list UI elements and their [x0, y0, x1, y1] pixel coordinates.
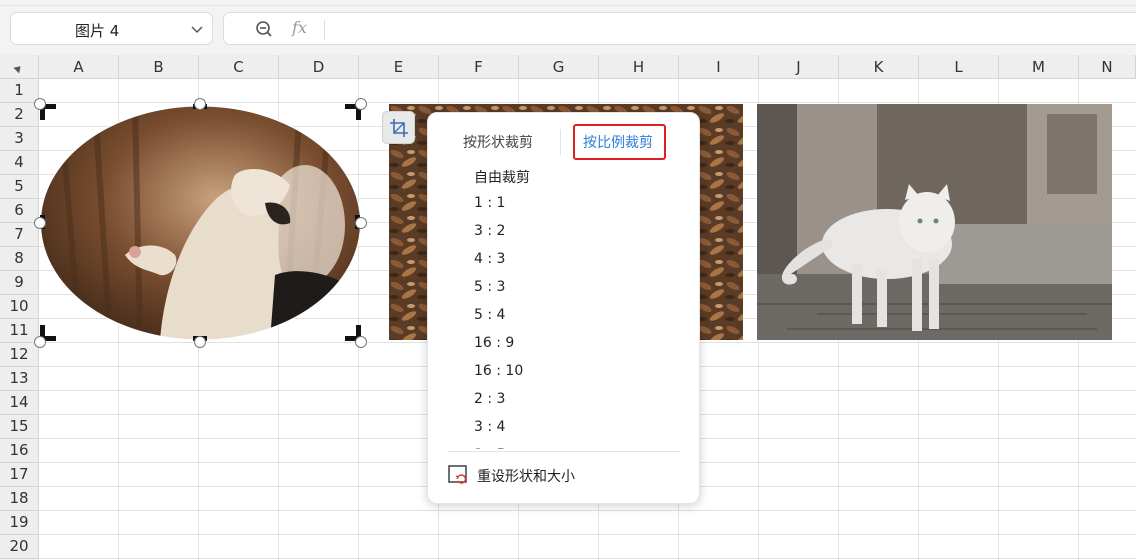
resize-handle-top[interactable] [194, 98, 206, 110]
column-header-c[interactable]: C [199, 55, 279, 79]
row-header-2[interactable]: 2 [0, 103, 39, 127]
column-header-n[interactable]: N [1079, 55, 1136, 79]
formula-separator [324, 20, 325, 40]
column-header-j[interactable]: J [759, 55, 839, 79]
row-header-5[interactable]: 5 [0, 175, 39, 199]
resize-handle-top-left[interactable] [34, 98, 46, 110]
row-header-7[interactable]: 7 [0, 223, 39, 247]
column-header-k[interactable]: K [839, 55, 919, 79]
resize-handle-bottom-left[interactable] [34, 336, 46, 348]
reset-shape-icon[interactable] [448, 465, 468, 485]
row-header-12[interactable]: 12 [0, 343, 39, 367]
footer-divider [448, 451, 680, 452]
column-header-e[interactable]: E [359, 55, 439, 79]
name-box[interactable]: 图片 4 [10, 12, 213, 45]
column-header-h[interactable]: H [599, 55, 679, 79]
picture-white-cat[interactable] [757, 104, 1112, 340]
row-header-16[interactable]: 16 [0, 439, 39, 463]
ratio-option[interactable]: 2 : 3 [474, 391, 505, 407]
zoom-icon[interactable] [254, 19, 274, 39]
row-header-1[interactable]: 1 [0, 79, 39, 103]
row-header-14[interactable]: 14 [0, 391, 39, 415]
column-header-f[interactable]: F [439, 55, 519, 79]
resize-handle-left[interactable] [34, 217, 46, 229]
picture-cat-oval-image [40, 105, 361, 341]
column-header-l[interactable]: L [919, 55, 999, 79]
resize-handle-right[interactable] [355, 217, 367, 229]
select-all-corner[interactable] [0, 55, 39, 79]
row-header-9[interactable]: 9 [0, 271, 39, 295]
ratio-option[interactable]: 3 : 5 [474, 447, 505, 449]
ratio-option-list: 自由裁剪 1 : 1 3 : 2 4 : 3 5 : 3 5 : 4 16 : 9 16 : … [428, 113, 701, 449]
fx-label[interactable]: fx [292, 18, 307, 37]
column-header-g[interactable]: G [519, 55, 599, 79]
ratio-option[interactable]: 1 : 1 [474, 195, 505, 211]
row-header-10[interactable]: 10 [0, 295, 39, 319]
crop-menu-popup: 按形状裁剪 按比例裁剪 自由裁剪 1 : 13 : 24 : 35 : 35 : … [427, 112, 700, 504]
row-header-8[interactable]: 8 [0, 247, 39, 271]
ratio-option[interactable]: 16 : 10 [474, 363, 523, 379]
column-header-a[interactable]: A [39, 55, 119, 79]
ratio-option[interactable]: 4 : 3 [474, 251, 505, 267]
ratio-option[interactable]: 3 : 4 [474, 419, 505, 435]
ratio-option[interactable]: 16 : 9 [474, 335, 514, 351]
row-header-13[interactable]: 13 [0, 367, 39, 391]
resize-handle-bottom-right[interactable] [355, 336, 367, 348]
crop-tool-button[interactable] [382, 111, 415, 144]
formula-bar[interactable]: fx [223, 12, 1136, 45]
picture-white-cat-image [757, 104, 1112, 340]
row-header-6[interactable]: 6 [0, 199, 39, 223]
chevron-down-icon[interactable] [190, 22, 204, 36]
ratio-option[interactable]: 5 : 3 [474, 279, 505, 295]
row-header-20[interactable]: 20 [0, 535, 39, 559]
name-box-value: 图片 4 [75, 22, 120, 40]
ratio-option[interactable]: 3 : 2 [474, 223, 505, 239]
spreadsheet-app: 图片 4 fx ABCDEFGHIJKLMN 1 2 3 4 5 6 7 8 9 10 11 12 13… [0, 0, 1136, 560]
row-header-4[interactable]: 4 [0, 151, 39, 175]
row-header-17[interactable]: 17 [0, 463, 39, 487]
reset-shape-size-button[interactable]: 重设形状和大小 [477, 466, 575, 486]
title-strip [0, 0, 1136, 6]
column-header-b[interactable]: B [119, 55, 199, 79]
resize-handle-top-right[interactable] [355, 98, 367, 110]
row-header-3[interactable]: 3 [0, 127, 39, 151]
crop-icon [390, 119, 408, 137]
ratio-option[interactable]: 5 : 4 [474, 307, 505, 323]
ratio-option[interactable]: 自由裁剪 [474, 167, 530, 187]
row-header-15[interactable]: 15 [0, 415, 39, 439]
picture-cat-oval[interactable] [40, 105, 361, 341]
resize-handle-bottom[interactable] [194, 336, 206, 348]
column-header-d[interactable]: D [279, 55, 359, 79]
column-header-m[interactable]: M [999, 55, 1079, 79]
row-header-18[interactable]: 18 [0, 487, 39, 511]
row-header-19[interactable]: 19 [0, 511, 39, 535]
row-header-11[interactable]: 11 [0, 319, 39, 343]
column-header-i[interactable]: I [679, 55, 759, 79]
